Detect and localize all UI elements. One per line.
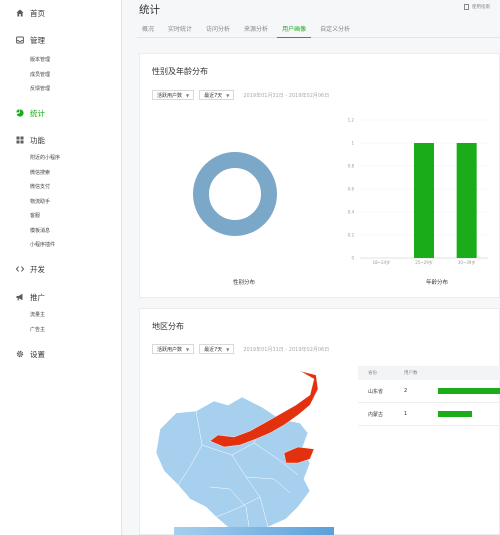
y-tick-label: 0.6 xyxy=(348,187,355,192)
age-bar-chart: 0 0.2 0.4 0.6 0.8 1 1.2 18~24岁 25~29岁 30~39岁 xyxy=(348,118,488,265)
sidebar-item-plugin[interactable]: 小程序插件 xyxy=(0,238,122,253)
region-date-range: 2019年01月31日 - 2019年02月06日 xyxy=(243,346,330,353)
home-icon xyxy=(16,9,24,17)
table-row: 山东省 2 xyxy=(358,380,500,403)
sidebar-item-dev[interactable]: 开发 xyxy=(0,262,122,276)
code-icon xyxy=(16,266,24,272)
province-cell: 内蒙古 xyxy=(368,411,384,418)
sidebar-item-advertiser[interactable]: 广告主 xyxy=(0,323,122,338)
sidebar-item-logistics[interactable]: 物流助手 xyxy=(0,195,122,210)
age-caption: 年龄分布 xyxy=(426,280,449,286)
date-range: 2019年01月31日 - 2019年02月06日 xyxy=(243,92,330,99)
sidebar-item-label: 设置 xyxy=(30,349,45,359)
sidebar-item-label: 统计 xyxy=(30,108,45,118)
gender-caption: 性别分布 xyxy=(233,280,256,286)
user-type-value: 活跃用户数 xyxy=(157,92,183,99)
gender-age-title: 性别及年龄分布 xyxy=(152,67,208,76)
sidebar-item-label: 推广 xyxy=(30,292,45,302)
tab-overview[interactable]: 概况 xyxy=(137,22,159,38)
period-select[interactable]: 最近7天 ▼ xyxy=(199,90,235,100)
china-map xyxy=(155,370,319,535)
y-tick-label: 0 xyxy=(351,256,354,261)
sidebar-item-features[interactable]: 功能 xyxy=(0,133,122,147)
main-content: 统计 使用指南 概况 实时统计 访问分析 来源分析 用户画像 自定义分析 性别及… xyxy=(123,0,500,535)
help-label: 使用指南 xyxy=(472,5,490,10)
chevron-down-icon: ▼ xyxy=(226,346,230,352)
tab-visits[interactable]: 访问分析 xyxy=(201,22,235,38)
gear-icon xyxy=(16,350,24,358)
region-user-type-value: 活跃用户数 xyxy=(157,346,183,353)
sidebar-item-settings[interactable]: 设置 xyxy=(0,347,122,361)
y-tick-label: 0.8 xyxy=(348,164,355,169)
x-tick-label: 18~24岁 xyxy=(373,259,391,265)
sidebar-item-home[interactable]: 首页 xyxy=(0,6,122,20)
region-title: 地区分布 xyxy=(152,322,184,331)
sidebar-item-members[interactable]: 成员管理 xyxy=(0,68,122,83)
y-tick-label: 0.4 xyxy=(348,210,355,215)
y-tick-label: 0.2 xyxy=(348,233,355,238)
sidebar-item-wechat-pay[interactable]: 微信支付 xyxy=(0,180,122,195)
chevron-down-icon: ▼ xyxy=(226,92,230,98)
tab-user-profile[interactable]: 用户画像 xyxy=(277,22,312,38)
grid-icon xyxy=(16,136,24,144)
sidebar-item-promo[interactable]: 推广 xyxy=(0,290,122,304)
count-cell: 2 xyxy=(404,388,408,394)
y-tick-label: 1 xyxy=(351,141,354,146)
count-cell: 1 xyxy=(404,411,408,417)
sidebar: 首页 管理 版本管理 成员管理 反馈管理 统计 功能 附近的小程序 微信搜索 微… xyxy=(0,0,122,535)
tab-bar: 概况 实时统计 访问分析 来源分析 用户画像 自定义分析 xyxy=(137,22,500,38)
x-tick-label: 30~39岁 xyxy=(458,259,476,265)
gender-age-card: 性别及年龄分布 活跃用户数 ▼ 最近7天 ▼ 2019年01月31日 - 201… xyxy=(139,53,500,298)
megaphone-icon xyxy=(16,293,23,301)
sidebar-item-label: 功能 xyxy=(30,135,45,145)
region-table: 省份 用户数 山东省 2 内蒙古 1 xyxy=(358,366,500,426)
header-users: 用户数 xyxy=(404,371,418,376)
sidebar-item-label: 首页 xyxy=(30,8,45,18)
tab-realtime[interactable]: 实时统计 xyxy=(163,22,197,38)
pie-slice[interactable] xyxy=(193,152,277,236)
region-period-value: 最近7天 xyxy=(204,346,223,353)
region-card: 地区分布 活跃用户数 ▼ 最近7天 ▼ 2019年01月31日 - 2019年0… xyxy=(139,308,500,535)
sidebar-item-wechat-search[interactable]: 微信搜索 xyxy=(0,166,122,181)
chevron-down-icon: ▼ xyxy=(186,346,190,352)
sidebar-item-label: 开发 xyxy=(30,264,45,274)
document-icon xyxy=(464,4,469,10)
header-province: 省份 xyxy=(368,371,377,376)
page-title: 统计 xyxy=(139,4,160,16)
count-bar xyxy=(438,411,472,417)
count-bar xyxy=(438,388,500,394)
chevron-down-icon: ▼ xyxy=(186,92,190,98)
sidebar-item-stats[interactable]: 统计 xyxy=(0,106,122,120)
bar[interactable] xyxy=(456,143,477,258)
sidebar-item-feedback[interactable]: 反馈管理 xyxy=(0,82,122,97)
tab-custom[interactable]: 自定义分析 xyxy=(315,22,355,38)
region-period-select[interactable]: 最近7天 ▼ xyxy=(199,344,235,354)
pie-chart-icon xyxy=(16,109,24,117)
sidebar-item-version[interactable]: 版本管理 xyxy=(0,53,122,68)
sidebar-item-label: 管理 xyxy=(30,35,45,45)
map-scale-strip xyxy=(174,527,334,535)
user-type-select[interactable]: 活跃用户数 ▼ xyxy=(152,90,195,100)
y-tick-label: 1.2 xyxy=(348,118,355,123)
period-value: 最近7天 xyxy=(204,92,223,99)
province-cell: 山东省 xyxy=(368,388,384,395)
sidebar-item-customer-service[interactable]: 客服 xyxy=(0,209,122,224)
bar[interactable] xyxy=(414,143,434,258)
tab-sources[interactable]: 来源分析 xyxy=(239,22,273,38)
x-tick-label: 25~29岁 xyxy=(415,259,433,265)
table-header: 省份 用户数 xyxy=(358,366,500,380)
sidebar-item-manage[interactable]: 管理 xyxy=(0,33,122,47)
table-row: 内蒙古 1 xyxy=(358,403,500,426)
help-link[interactable]: 使用指南 xyxy=(464,4,490,10)
sidebar-item-traffic-owner[interactable]: 流量主 xyxy=(0,308,122,323)
region-user-type-select[interactable]: 活跃用户数 ▼ xyxy=(152,344,195,354)
sidebar-item-template-message[interactable]: 模板消息 xyxy=(0,224,122,239)
sidebar-item-nearby[interactable]: 附近的小程序 xyxy=(0,151,122,166)
inbox-icon xyxy=(16,36,24,44)
gender-donut-chart xyxy=(193,152,277,236)
